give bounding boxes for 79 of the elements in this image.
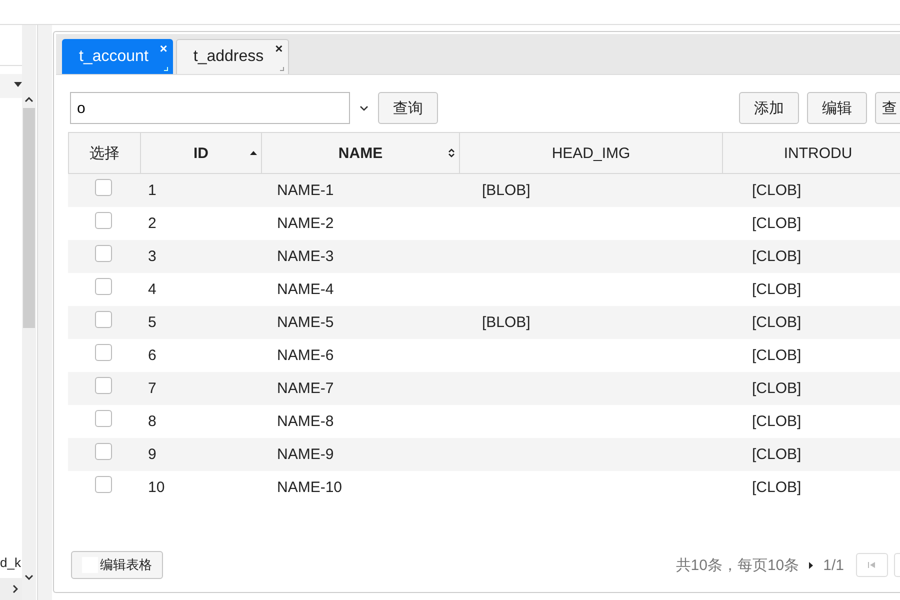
scrollbar[interactable]: [0, 578, 22, 600]
tab[interactable]: t_address ×: [176, 39, 289, 74]
table-cell: 6: [148, 347, 156, 364]
table-cell: NAME-10: [277, 479, 342, 496]
table-cell: NAME-9: [277, 446, 334, 463]
chevron-down-icon: [25, 575, 33, 580]
table-cell: NAME-3: [277, 248, 334, 265]
column-header[interactable]: HEAD_IMG: [460, 133, 723, 173]
table-cell: 10: [148, 479, 165, 496]
first-page-button[interactable]: [856, 553, 888, 577]
row-checkbox[interactable]: [95, 179, 112, 196]
table-cell: 4: [148, 281, 156, 298]
page-summary: 共10条，每页10条: [676, 556, 800, 574]
tab-label: t_account: [79, 48, 148, 66]
splitter[interactable]: [38, 25, 52, 600]
toolbar-button[interactable]: 添加: [739, 92, 799, 124]
row-checkbox[interactable]: [95, 410, 112, 427]
row-checkbox[interactable]: [95, 245, 112, 262]
toolbar-button[interactable]: 查: [875, 92, 900, 124]
caret-icon: [14, 82, 22, 87]
table-cell: NAME-2: [277, 215, 334, 232]
close-button[interactable]: ×: [275, 42, 283, 56]
table-cell: [CLOB]: [752, 281, 802, 298]
search-field[interactable]: o: [70, 92, 350, 124]
sort-icon: [448, 148, 455, 158]
row-checkbox[interactable]: [95, 278, 112, 295]
table-cell: [CLOB]: [752, 248, 802, 265]
table-cell: NAME-7: [277, 380, 334, 397]
row-checkbox[interactable]: [95, 443, 112, 460]
chevron-up-icon: [25, 97, 33, 102]
table-cell: [CLOB]: [752, 314, 802, 331]
row-checkbox[interactable]: [95, 476, 112, 493]
tab[interactable]: t_account ×: [62, 39, 174, 74]
resize-grip-icon: [164, 67, 168, 71]
scrollbar[interactable]: [22, 25, 36, 600]
table-cell: NAME-5: [277, 314, 334, 331]
table-cell: [CLOB]: [752, 215, 802, 232]
table-cell: 3: [148, 248, 156, 265]
row-checkbox[interactable]: [95, 344, 112, 361]
column-header[interactable]: NAME: [262, 133, 460, 173]
table-cell: [BLOB]: [482, 314, 530, 331]
toolbar-button[interactable]: 编辑: [807, 92, 867, 124]
table-cell: [CLOB]: [752, 446, 802, 463]
table-cell: [CLOB]: [752, 347, 802, 364]
tab-label: t_address: [193, 48, 264, 66]
chevron-down-icon[interactable]: [360, 106, 368, 110]
select-field[interactable]: [0, 65, 22, 98]
table-cell: NAME-6: [277, 347, 334, 364]
table-cell: [BLOB]: [482, 182, 530, 199]
table-cell: [CLOB]: [752, 479, 802, 496]
table-cell: NAME-4: [277, 281, 334, 298]
tree-item[interactable]: d_k: [0, 555, 21, 570]
table-cell: 1: [148, 182, 156, 199]
table-cell: [CLOB]: [752, 182, 802, 199]
chevron-right-icon: [13, 585, 18, 593]
query-button[interactable]: 查询: [378, 92, 438, 124]
page-indicator: 1/1: [823, 556, 844, 574]
scrollbar-thumb[interactable]: [23, 108, 35, 328]
sort-ascending-icon: [250, 151, 257, 155]
column-header[interactable]: 选择: [69, 133, 141, 173]
table-cell: 5: [148, 314, 156, 331]
table-cell: NAME-1: [277, 182, 334, 199]
table-cell: [CLOB]: [752, 413, 802, 430]
resize-grip-icon: [280, 67, 284, 71]
column-header[interactable]: INTRODU: [723, 133, 900, 173]
table-cell: 2: [148, 215, 156, 232]
close-button[interactable]: ×: [160, 42, 168, 56]
table-cell: 7: [148, 380, 156, 397]
column-header[interactable]: ID: [141, 133, 262, 173]
row-checkbox[interactable]: [95, 311, 112, 328]
table-cell: 8: [148, 413, 156, 430]
triangle-right-icon[interactable]: [809, 562, 814, 568]
row-checkbox[interactable]: [95, 377, 112, 394]
first-page-icon: [868, 562, 876, 568]
table-cell: [CLOB]: [752, 380, 802, 397]
table-cell: NAME-8: [277, 413, 334, 430]
table-cell: 9: [148, 446, 156, 463]
edit-table-button[interactable]: 编辑表格: [71, 551, 163, 579]
row-checkbox[interactable]: [95, 212, 112, 229]
